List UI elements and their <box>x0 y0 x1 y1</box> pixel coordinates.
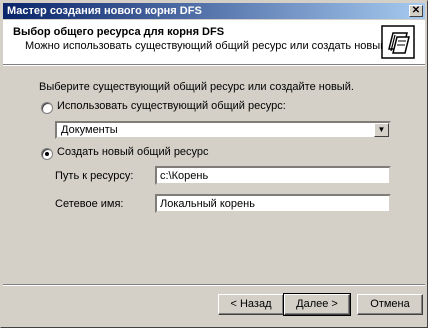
wizard-window: Мастер создания нового корня DFS ✕ Выбор… <box>0 0 428 328</box>
share-name-label: Сетевое имя: <box>55 198 124 210</box>
share-name-input[interactable]: Локальный корень <box>155 194 391 213</box>
radio-create-new[interactable] <box>41 148 53 160</box>
header-subtitle: Можно использовать существующий общий ре… <box>25 40 390 52</box>
footer-separator <box>3 284 425 286</box>
header-title: Выбор общего ресурса для корня DFS <box>13 26 225 38</box>
folder-tree-icon <box>381 25 415 59</box>
share-name-input-value: Локальный корень <box>160 198 255 210</box>
next-button[interactable]: Далее > <box>283 293 351 316</box>
header-separator <box>3 64 425 66</box>
title-bar[interactable]: Мастер создания нового корня DFS ✕ <box>3 3 425 19</box>
close-button[interactable]: ✕ <box>409 5 423 17</box>
instruction-text: Выберите существующий общий ресурс или с… <box>39 81 354 93</box>
existing-share-select[interactable]: Документы ▼ <box>55 121 391 139</box>
window-title: Мастер создания нового корня DFS <box>7 5 202 17</box>
radio-use-existing-label[interactable]: Использовать существующий общий ресурс: <box>57 100 286 112</box>
path-label: Путь к ресурсу: <box>55 170 134 182</box>
cancel-button[interactable]: Отмена <box>357 294 423 315</box>
path-input-value: c:\Корень <box>160 170 209 182</box>
back-button[interactable]: < Назад <box>218 294 284 315</box>
radio-use-existing[interactable] <box>41 102 53 114</box>
wizard-header: Выбор общего ресурса для корня DFS Можно… <box>3 20 425 64</box>
radio-create-new-label[interactable]: Создать новый общий ресурс <box>57 146 209 158</box>
existing-share-value: Документы <box>61 124 118 136</box>
path-input[interactable]: c:\Корень <box>155 166 391 185</box>
chevron-down-icon[interactable]: ▼ <box>374 123 389 137</box>
